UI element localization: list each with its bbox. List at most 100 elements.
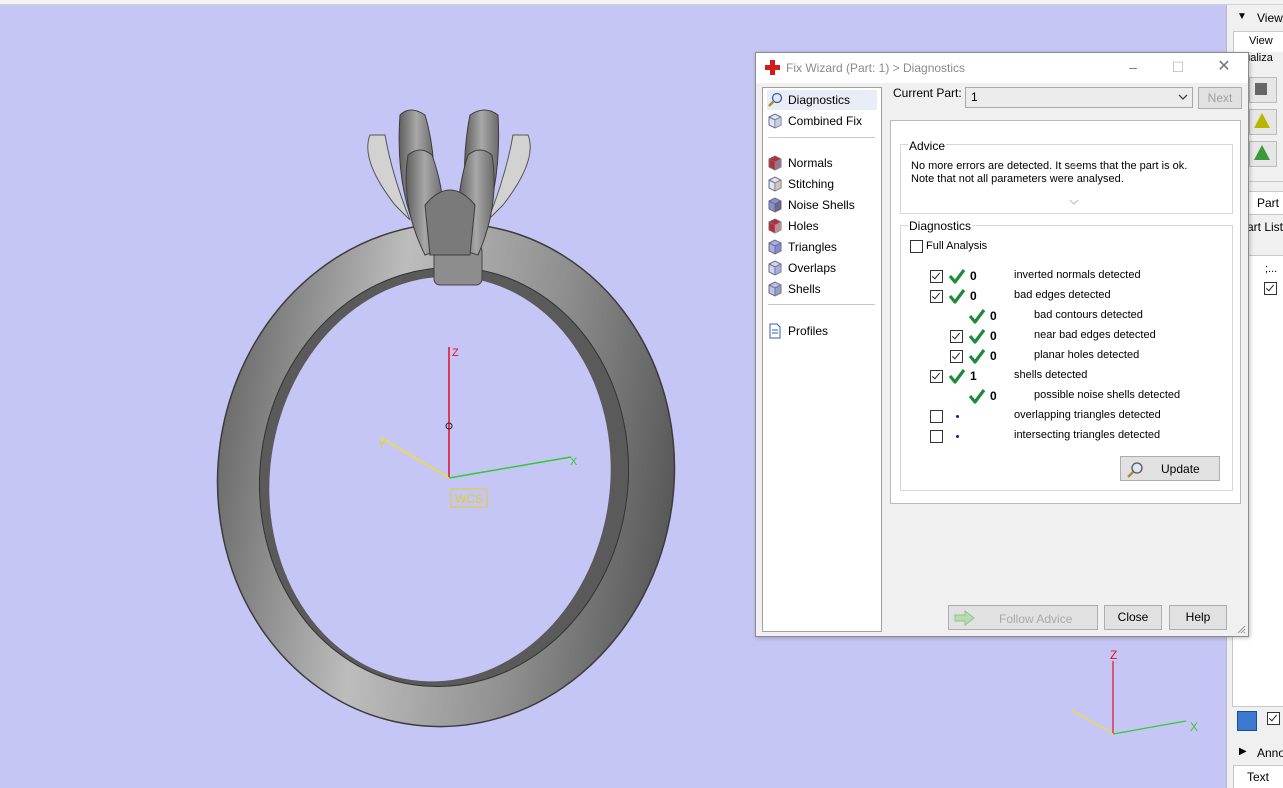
nav-item-label: Stitching	[788, 177, 835, 191]
axis-y-label: Y	[378, 439, 386, 451]
nav-item-holes[interactable]: Holes	[767, 216, 877, 236]
diag-label: possible noise shells detected	[1034, 389, 1181, 401]
magnifier-icon	[1127, 462, 1143, 478]
diag-count: 0	[990, 349, 997, 363]
view-tab-label: View	[1249, 35, 1273, 47]
diag-checkbox[interactable]	[930, 430, 943, 443]
part-visible-checkbox[interactable]	[1264, 282, 1277, 295]
diag-count: 0	[970, 269, 977, 283]
close-button[interactable]: Close	[1104, 605, 1162, 630]
layers-checkbox[interactable]	[1267, 712, 1280, 725]
diag-count: 1	[970, 369, 977, 383]
diag-checkbox[interactable]	[930, 410, 943, 423]
corner-axis-x-label: X	[1190, 720, 1198, 734]
diag-label: planar holes detected	[1034, 349, 1140, 361]
collapse-triangle-icon[interactable]: ▼	[1237, 11, 1247, 22]
diag-checkbox[interactable]	[950, 330, 963, 343]
nav-separator	[768, 137, 875, 138]
diag-label: inverted normals detected	[1014, 269, 1141, 281]
chevron-down-icon[interactable]	[1175, 89, 1191, 106]
green-check-icon	[968, 329, 986, 344]
resize-grip-icon[interactable]	[1236, 624, 1246, 634]
diag-count: 0	[990, 309, 997, 323]
nav-item-noise-shells[interactable]: Noise Shells	[767, 195, 877, 215]
help-button-label: Help	[1185, 610, 1211, 624]
nav-item-label: Holes	[788, 219, 819, 233]
advice-text-line1: No more errors are detected. It seems th…	[911, 160, 1188, 172]
advice-scrollbar[interactable]	[1067, 157, 1081, 211]
nav-item-triangles[interactable]: Triangles	[767, 237, 877, 257]
diag-checkbox[interactable]	[930, 290, 943, 303]
diag-checkbox[interactable]	[950, 350, 963, 363]
minimize-button[interactable]: –	[1124, 59, 1142, 75]
next-button[interactable]: Next	[1198, 87, 1242, 109]
nav-item-combined-fix[interactable]: Combined Fix	[767, 111, 877, 131]
diag-count: 0	[990, 389, 997, 403]
diag-label: overlapping triangles detected	[1014, 409, 1161, 421]
nav-item-stitching[interactable]: Stitching	[767, 174, 877, 194]
full-analysis-label[interactable]: Full Analysis	[926, 240, 987, 252]
red-triangle-icon	[1254, 145, 1270, 160]
nav-item-diagnostics[interactable]: Diagnostics	[767, 90, 877, 110]
normals-cube-icon	[768, 155, 782, 171]
current-part-select[interactable]: 1	[965, 87, 1193, 108]
diag-checkbox[interactable]	[930, 370, 943, 383]
full-analysis-checkbox[interactable]	[910, 240, 923, 253]
text-tab-label: Text	[1247, 770, 1270, 784]
shells-cube-icon	[768, 281, 782, 297]
update-button[interactable]: Update	[1120, 456, 1220, 481]
nav-item-profiles[interactable]: Profiles	[767, 321, 877, 341]
wizard-nav: Diagnostics Combined Fix Normals Stitching N…	[762, 87, 882, 632]
update-button-label: Update	[1161, 462, 1200, 476]
green-check-icon	[948, 269, 966, 284]
diag-checkbox[interactable]	[930, 270, 943, 283]
green-triangle-icon	[1254, 113, 1270, 128]
next-button-label: Next	[1207, 91, 1233, 105]
green-check-icon	[968, 309, 986, 324]
follow-advice-label: Follow Advice	[999, 612, 1073, 626]
part-list-label: art List	[1247, 220, 1283, 234]
green-check-icon	[968, 389, 986, 404]
dialog-titlebar[interactable]: Fix Wizard (Part: 1) > Diagnostics – ☐ ✕	[756, 53, 1248, 83]
nav-item-label: Profiles	[788, 324, 829, 338]
diag-label: shells detected	[1014, 369, 1088, 381]
green-check-icon	[968, 349, 986, 364]
nav-item-overlaps[interactable]: Overlaps	[767, 258, 877, 278]
help-button[interactable]: Help	[1169, 605, 1227, 630]
axis-z-label: Z	[452, 347, 459, 359]
wcs-label: WCS	[455, 492, 483, 506]
diag-count: 0	[990, 329, 997, 343]
diagnostics-title: Diagnostics	[908, 219, 973, 233]
part-list-cell: ;...	[1265, 263, 1278, 275]
pending-dot-icon	[956, 415, 959, 418]
dialog-title: Fix Wizard (Part: 1) > Diagnostics	[786, 61, 966, 75]
close-window-button[interactable]: ✕	[1215, 59, 1233, 75]
expand-triangle-icon[interactable]: ▶	[1239, 746, 1247, 757]
part-tab-label: Part P	[1257, 196, 1283, 210]
pending-dot-icon	[956, 435, 959, 438]
document-icon	[769, 323, 781, 339]
view-header[interactable]: View	[1257, 11, 1283, 25]
nav-item-shells[interactable]: Shells	[767, 279, 877, 299]
advice-title: Advice	[908, 139, 947, 153]
nav-item-label: Noise Shells	[788, 198, 855, 212]
nav-item-label: Shells	[788, 282, 821, 296]
cube-icon	[768, 113, 782, 129]
nav-item-normals[interactable]: Normals	[767, 153, 877, 173]
magnifier-icon	[768, 92, 783, 107]
overlaps-cube-icon	[768, 260, 782, 276]
nav-item-label: Triangles	[788, 240, 837, 254]
green-check-icon	[948, 289, 966, 304]
red-cross-icon	[765, 60, 780, 75]
diag-label: near bad edges detected	[1034, 329, 1156, 341]
green-arrow-icon	[954, 610, 975, 626]
nav-item-label: Normals	[788, 156, 833, 170]
current-part-label: Current Part:	[893, 86, 962, 100]
maximize-button[interactable]: ☐	[1169, 59, 1187, 75]
diag-count: 0	[970, 289, 977, 303]
follow-advice-button[interactable]: Follow Advice	[948, 605, 1098, 630]
annotations-header[interactable]: Annot	[1257, 746, 1283, 760]
fix-wizard-dialog: Fix Wizard (Part: 1) > Diagnostics – ☐ ✕…	[755, 52, 1249, 637]
ring-model[interactable]	[185, 109, 707, 756]
layers-icon[interactable]	[1237, 711, 1257, 731]
